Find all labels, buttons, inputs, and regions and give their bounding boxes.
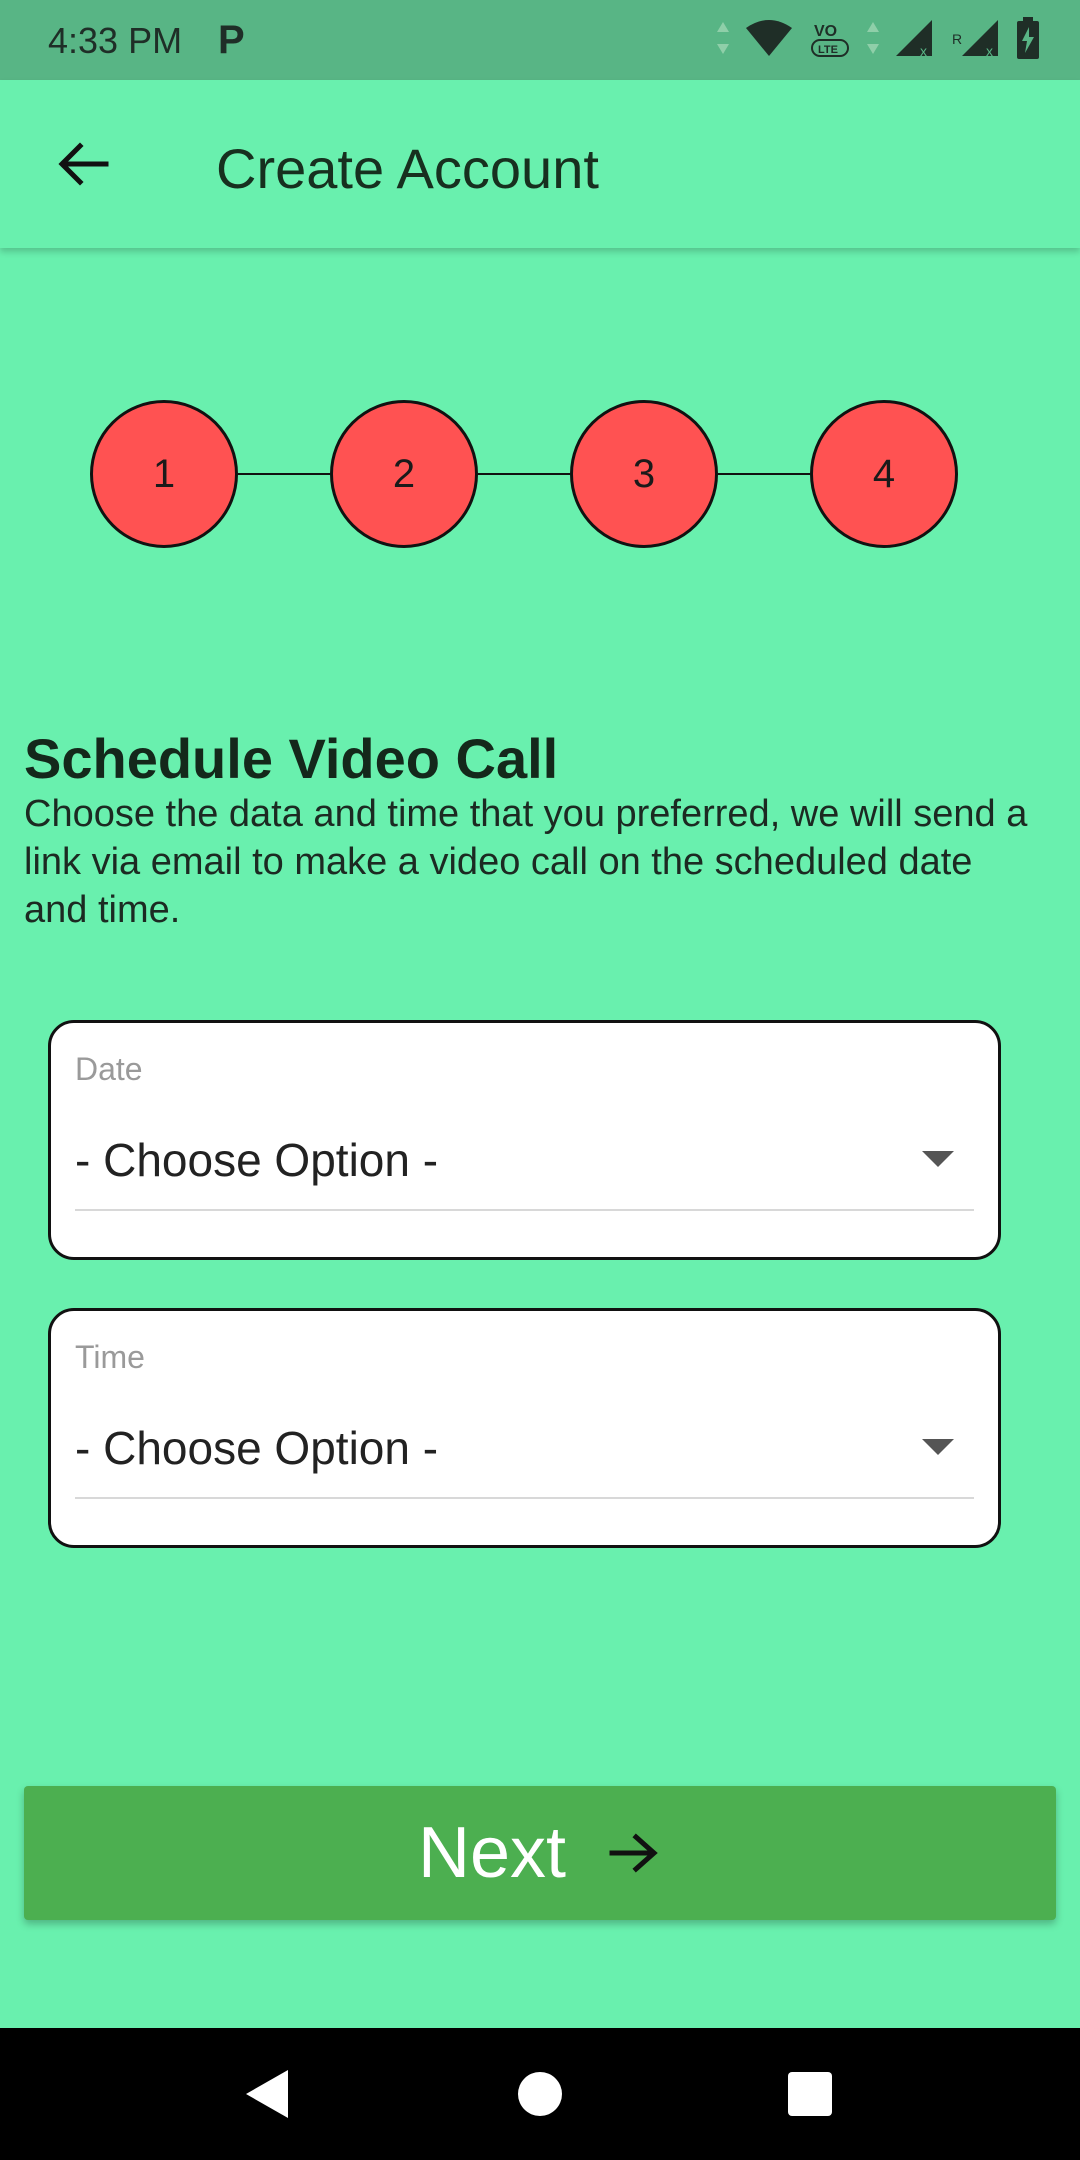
home-circle-icon <box>518 2072 562 2116</box>
roaming-text: R <box>952 31 962 47</box>
data-arrows-icon-2 <box>867 22 879 54</box>
next-button[interactable]: Next <box>24 1786 1056 1920</box>
dropdown-arrow-icon <box>922 1151 954 1167</box>
signal-roaming-icon: R x <box>952 20 998 58</box>
wifi-icon <box>746 20 792 56</box>
section-title: Schedule Video Call <box>24 727 559 790</box>
date-value: - Choose Option - <box>75 1134 439 1186</box>
step-connector <box>718 473 810 475</box>
step-1: 1 <box>90 400 238 548</box>
back-triangle-icon <box>246 2070 288 2118</box>
page-title: Create Account <box>216 137 599 200</box>
arrow-left-icon <box>58 142 109 186</box>
status-bar: 4:33 PM P VO LTE x R x <box>0 0 1080 80</box>
progress-stepper: 1 2 3 4 <box>90 400 960 548</box>
nav-back-button[interactable] <box>244 2068 290 2125</box>
app-bar: Create Account <box>0 80 1080 248</box>
time-dropdown[interactable]: Time - Choose Option - <box>48 1308 1001 1548</box>
system-nav-bar <box>0 2028 1080 2160</box>
date-dropdown[interactable]: Date - Choose Option - <box>48 1020 1001 1260</box>
time-value: - Choose Option - <box>75 1422 439 1474</box>
svg-text:x: x <box>986 43 993 58</box>
step-4: 4 <box>810 400 958 548</box>
status-icons: VO LTE x R x <box>716 16 1040 60</box>
field-underline <box>75 1209 974 1211</box>
volte-icon: VO LTE <box>811 23 849 57</box>
time-label: Time <box>75 1339 145 1375</box>
volte-text: VO <box>814 23 837 40</box>
date-label: Date <box>75 1051 143 1087</box>
signal-x-icon: x <box>896 20 932 58</box>
step-3: 3 <box>570 400 718 548</box>
recents-square-icon <box>788 2072 832 2116</box>
field-underline <box>75 1497 974 1499</box>
next-button-label: Next <box>417 1813 567 1893</box>
step-connector <box>238 473 330 475</box>
section-description: Choose the data and time that you prefer… <box>24 793 1028 931</box>
step-2: 2 <box>330 400 478 548</box>
dropdown-arrow-icon <box>922 1439 954 1455</box>
nav-recents-button[interactable] <box>786 2068 834 2125</box>
step-connector <box>478 473 570 475</box>
data-arrows-icon <box>717 22 729 54</box>
svg-text:x: x <box>920 43 927 58</box>
status-time: 4:33 PM <box>48 20 183 61</box>
lte-text: LTE <box>818 44 838 56</box>
nav-home-button[interactable] <box>516 2068 564 2125</box>
app-notification-icon: P <box>218 18 245 62</box>
back-button[interactable] <box>52 132 116 196</box>
battery-charging-icon <box>1017 17 1039 59</box>
arrow-right-icon <box>609 1833 658 1873</box>
